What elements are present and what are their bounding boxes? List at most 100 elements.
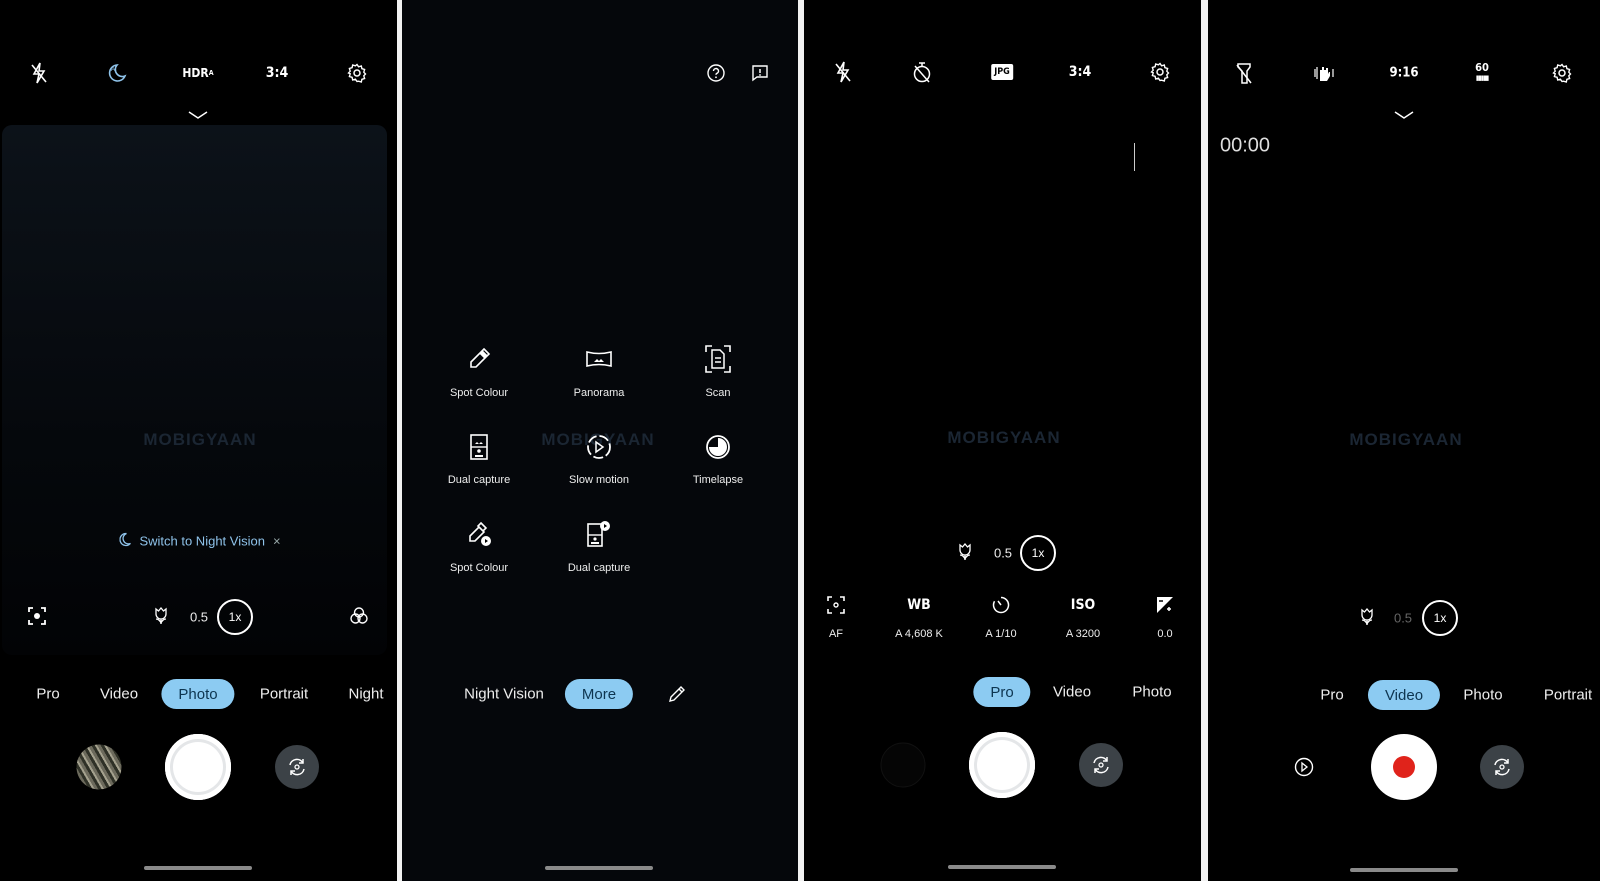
night-vision-toast[interactable]: Switch to Night Vision × bbox=[119, 532, 281, 550]
mode-scan[interactable]: Scan bbox=[705, 387, 730, 399]
slow-motion-icon[interactable] bbox=[586, 434, 612, 460]
home-indicator[interactable] bbox=[545, 866, 653, 870]
record-dot-icon bbox=[1393, 756, 1415, 778]
tulip-icon[interactable] bbox=[957, 543, 973, 561]
watermark: MOBIGYAAN bbox=[1349, 430, 1463, 449]
help-icon[interactable] bbox=[707, 64, 725, 82]
shutter-button[interactable] bbox=[969, 732, 1035, 798]
mode-night[interactable]: Night bbox=[348, 686, 383, 703]
settings-gear-icon[interactable] bbox=[1552, 63, 1572, 83]
settings-gear-icon[interactable] bbox=[1150, 62, 1170, 82]
af-value[interactable]: AF bbox=[829, 628, 843, 640]
timelapse-icon[interactable] bbox=[705, 434, 731, 460]
edit-pencil-icon[interactable] bbox=[668, 685, 686, 703]
lens-scan-icon[interactable] bbox=[27, 606, 47, 626]
zoom-1x-button[interactable]: 1x bbox=[1020, 535, 1056, 571]
play-recording-icon[interactable] bbox=[1294, 757, 1314, 777]
home-indicator[interactable] bbox=[144, 866, 252, 870]
toast-text[interactable]: Switch to Night Vision bbox=[139, 534, 265, 549]
zoom-1x-button[interactable]: 1x bbox=[217, 599, 253, 635]
mode-timelapse[interactable]: Timelapse bbox=[693, 474, 743, 486]
watermark: MOBIGYAAN bbox=[143, 430, 257, 449]
mode-pro[interactable]: Pro bbox=[36, 686, 59, 703]
zoom-1x-button[interactable]: 1x bbox=[1422, 600, 1458, 636]
mode-photo[interactable]: Photo bbox=[1132, 684, 1171, 701]
mode-night-vision[interactable]: Night Vision bbox=[464, 686, 544, 703]
mode-slow-motion[interactable]: Slow motion bbox=[569, 474, 629, 486]
gallery-thumbnail[interactable] bbox=[76, 744, 122, 790]
aspect-ratio-button[interactable]: 9:16 bbox=[1389, 66, 1418, 81]
mode-pro[interactable]: Pro bbox=[1320, 687, 1343, 704]
svg-text:A: A bbox=[111, 67, 115, 73]
shutter-speed-value[interactable]: A 1/10 bbox=[985, 628, 1016, 640]
tulip-icon[interactable] bbox=[1359, 608, 1375, 626]
viewfinder[interactable] bbox=[2, 125, 387, 655]
mode-spot-colour[interactable]: Spot Colour bbox=[450, 387, 508, 399]
aspect-ratio-button[interactable]: 3:4 bbox=[266, 65, 289, 81]
timer-off-icon[interactable] bbox=[912, 61, 932, 83]
frame-rate-button[interactable]: 60 ▮▮▮■ bbox=[1475, 62, 1489, 83]
level-indicator bbox=[1134, 143, 1135, 171]
exposure-value[interactable]: 0.0 bbox=[1157, 628, 1172, 640]
zoom-0.5-button[interactable]: 0.5 bbox=[1394, 611, 1412, 626]
filters-icon[interactable] bbox=[349, 606, 369, 626]
dual-capture-video-icon[interactable] bbox=[587, 521, 611, 547]
mode-photo[interactable]: Photo bbox=[1463, 687, 1502, 704]
settings-gear-icon[interactable] bbox=[347, 63, 367, 83]
scan-document-icon[interactable] bbox=[705, 345, 731, 373]
gallery-thumbnail[interactable] bbox=[880, 742, 926, 788]
mode-panorama[interactable]: Panorama bbox=[574, 387, 625, 399]
aspect-ratio-button[interactable]: 3:4 bbox=[1069, 64, 1092, 80]
exposure-icon[interactable] bbox=[1156, 596, 1174, 614]
switch-camera-icon bbox=[1494, 758, 1510, 776]
mode-video-active[interactable]: Video bbox=[1367, 680, 1441, 710]
mode-video[interactable]: Video bbox=[100, 686, 138, 703]
panorama-icon[interactable] bbox=[586, 350, 612, 368]
jpg-format-button[interactable]: JPG bbox=[991, 64, 1013, 80]
record-button[interactable] bbox=[1371, 734, 1437, 800]
switch-camera-button[interactable] bbox=[1079, 743, 1123, 787]
feedback-icon[interactable] bbox=[751, 64, 769, 82]
zoom-0.5-button[interactable]: 0.5 bbox=[190, 610, 208, 625]
dropper-video-icon[interactable] bbox=[466, 521, 492, 547]
hdr-auto-icon[interactable]: HDR A bbox=[182, 66, 213, 80]
mode-portrait[interactable]: Portrait bbox=[1544, 687, 1592, 704]
switch-camera-button[interactable] bbox=[275, 745, 319, 789]
wb-icon[interactable]: WB bbox=[907, 597, 931, 613]
home-indicator[interactable] bbox=[948, 865, 1056, 869]
switch-camera-button[interactable] bbox=[1480, 745, 1524, 789]
iso-icon[interactable]: ISO bbox=[1071, 597, 1095, 613]
mode-photo-active[interactable]: Photo bbox=[161, 679, 235, 709]
shutter-button[interactable] bbox=[165, 734, 231, 800]
moon-icon bbox=[119, 532, 131, 550]
night-auto-moon-icon[interactable]: A bbox=[108, 63, 128, 83]
flash-off-icon[interactable] bbox=[29, 62, 49, 84]
mode-spot-colour-video[interactable]: Spot Colour bbox=[450, 562, 508, 574]
mode-more-active[interactable]: More bbox=[564, 679, 634, 709]
pro-mode-screen: JPG 3:4 MOBIGYAAN 0.5 1x AF WB A 4,608 K… bbox=[804, 0, 1201, 881]
torch-off-icon[interactable] bbox=[1235, 62, 1253, 84]
photo-mode-screen: A HDR A 3:4 MOBIGYAAN Switch to Night Vis… bbox=[0, 0, 397, 881]
stabilization-hand-icon[interactable] bbox=[1312, 63, 1336, 83]
mode-video[interactable]: Video bbox=[1053, 684, 1091, 701]
chevron-down-icon[interactable] bbox=[1394, 111, 1414, 119]
wb-value[interactable]: A 4,608 K bbox=[895, 628, 943, 640]
shutter-speed-icon[interactable] bbox=[992, 596, 1010, 614]
chevron-down-icon[interactable] bbox=[188, 111, 208, 119]
home-indicator[interactable] bbox=[1350, 868, 1458, 872]
tulip-icon[interactable] bbox=[153, 607, 169, 625]
mode-pro-active[interactable]: Pro bbox=[973, 677, 1031, 707]
mode-dual-capture[interactable]: Dual capture bbox=[448, 474, 510, 486]
hdr-label: HDR bbox=[182, 66, 209, 80]
mode-dual-capture-video[interactable]: Dual capture bbox=[568, 562, 630, 574]
close-icon[interactable]: × bbox=[273, 534, 281, 549]
dual-capture-icon[interactable] bbox=[470, 434, 488, 460]
video-mode-screen: 9:16 60 ▮▮▮■ 00:00 MOBIGYAAN 0.5 1x Pro V… bbox=[1208, 0, 1600, 881]
dropper-icon[interactable] bbox=[467, 347, 491, 371]
flash-off-icon[interactable] bbox=[833, 61, 853, 83]
focus-icon[interactable] bbox=[827, 596, 845, 614]
zoom-0.5-button[interactable]: 0.5 bbox=[994, 546, 1012, 561]
switch-camera-icon bbox=[289, 758, 305, 776]
mode-portrait[interactable]: Portrait bbox=[260, 686, 308, 703]
iso-value[interactable]: A 3200 bbox=[1066, 628, 1100, 640]
